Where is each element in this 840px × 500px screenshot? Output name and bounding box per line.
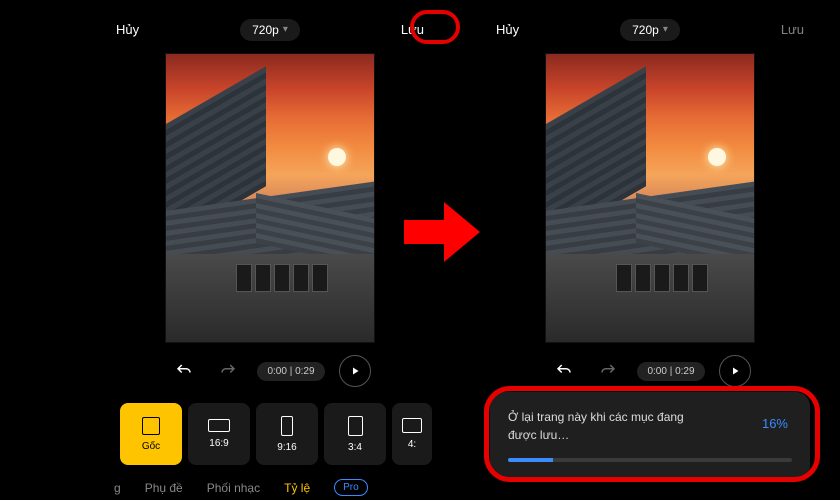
- editor-screen-saving: Hủy 720p ▾ Lưu 0:00 | 0:29 Ở lại trang n: [480, 0, 820, 500]
- progress-percent: 16%: [762, 416, 788, 431]
- video-preview: [545, 53, 755, 343]
- ratio-3-4[interactable]: 3:4: [324, 403, 386, 465]
- timeline-controls: 0:00 | 0:29: [480, 355, 820, 387]
- play-button[interactable]: [339, 355, 371, 387]
- arrow-icon: [404, 200, 480, 264]
- undo-icon[interactable]: [549, 356, 579, 386]
- ratio-9-16[interactable]: 9:16: [256, 403, 318, 465]
- ratio-label: 3:4: [348, 442, 362, 453]
- bottom-tabs: g Phụ đề Phối nhạc Tỷ lệ Pro: [100, 479, 440, 496]
- top-bar: Hủy 720p ▾ Lưu: [100, 0, 440, 53]
- progress-bar: [508, 458, 792, 462]
- preview-windows: [236, 264, 328, 292]
- tab-subtitle[interactable]: Phụ đề: [145, 481, 183, 495]
- quality-selector[interactable]: 720p ▾: [240, 19, 300, 41]
- tab-partial[interactable]: g: [114, 481, 121, 495]
- tab-ratio[interactable]: Tỷ lệ: [284, 481, 310, 495]
- preview-sun: [328, 148, 346, 166]
- undo-icon[interactable]: [169, 356, 199, 386]
- time-display: 0:00 | 0:29: [637, 362, 704, 381]
- video-preview[interactable]: [165, 53, 375, 343]
- save-button[interactable]: Lưu: [393, 18, 432, 41]
- ratio-label: 9:16: [277, 442, 296, 453]
- saving-progress-card: Ở lại trang này khi các mục đang được lư…: [490, 392, 810, 480]
- ratio-label: 4:: [408, 439, 416, 450]
- ratio-original[interactable]: Gốc: [120, 403, 182, 465]
- cancel-button[interactable]: Hủy: [108, 18, 147, 41]
- cancel-button[interactable]: Hủy: [488, 18, 527, 41]
- progress-fill: [508, 458, 553, 462]
- tab-music[interactable]: Phối nhạc: [207, 481, 260, 495]
- save-button: Lưu: [773, 18, 812, 41]
- ratio-label: Gốc: [142, 441, 160, 452]
- quality-selector[interactable]: 720p ▾: [620, 19, 680, 41]
- editor-screen-before: Hủy 720p ▾ Lưu 0:00 | 0:29: [100, 0, 440, 500]
- preview-sun: [708, 148, 726, 166]
- redo-icon[interactable]: [213, 356, 243, 386]
- ratio-4-x[interactable]: 4:: [392, 403, 432, 465]
- quality-label: 720p: [252, 23, 279, 37]
- ratio-16-9[interactable]: 16:9: [188, 403, 250, 465]
- timeline-controls: 0:00 | 0:29: [100, 355, 440, 387]
- quality-label: 720p: [632, 23, 659, 37]
- top-bar: Hủy 720p ▾ Lưu: [480, 0, 820, 53]
- preview-windows: [616, 264, 708, 292]
- pro-badge[interactable]: Pro: [334, 479, 368, 496]
- progress-message: Ở lại trang này khi các mục đang được lư…: [508, 408, 708, 444]
- chevron-down-icon: ▾: [283, 24, 288, 35]
- redo-icon[interactable]: [593, 356, 623, 386]
- play-button[interactable]: [719, 355, 751, 387]
- aspect-ratio-row: Gốc 16:9 9:16 3:4 4:: [120, 403, 440, 465]
- ratio-label: 16:9: [209, 438, 228, 449]
- chevron-down-icon: ▾: [663, 24, 668, 35]
- time-display: 0:00 | 0:29: [257, 362, 324, 381]
